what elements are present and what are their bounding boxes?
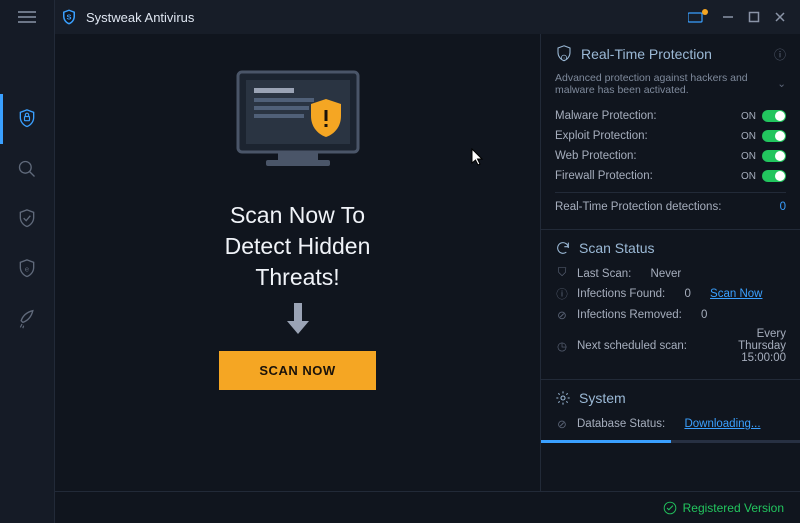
sidebar-item-scan[interactable] bbox=[0, 144, 54, 194]
rtp-row-malware: Malware Protection: ON bbox=[555, 106, 786, 126]
system-title: System bbox=[579, 390, 626, 406]
db-status-value: Downloading... bbox=[684, 418, 760, 430]
toggle-web[interactable]: ON bbox=[741, 150, 786, 162]
monitor-illustration-icon bbox=[218, 64, 378, 194]
section-system: System ⊘Database Status: Downloading... bbox=[541, 380, 800, 443]
clock-icon: ◷ bbox=[555, 339, 569, 353]
svg-text:e: e bbox=[25, 265, 29, 274]
sidebar-item-optimize[interactable] bbox=[0, 294, 54, 344]
sidebar: e bbox=[0, 0, 55, 523]
menu-toggle-icon[interactable] bbox=[0, 0, 54, 34]
check-circle-icon bbox=[663, 501, 677, 515]
maximize-button[interactable] bbox=[744, 7, 764, 27]
infections-removed-row: ⊘Infections Removed: 0 bbox=[555, 305, 786, 325]
rtp-note: Advanced protection against hackers and … bbox=[555, 72, 786, 96]
info-icon: ⓘ bbox=[555, 286, 569, 302]
next-scan-row: ◷Next scheduled scan: Every Thursday 15:… bbox=[555, 325, 786, 367]
right-panel: i Real-Time Protection ⓘ Advanced protec… bbox=[540, 34, 800, 491]
down-arrow-icon bbox=[283, 301, 313, 337]
check-circle-icon: ⊘ bbox=[555, 417, 569, 431]
shield-rtp-icon: i bbox=[555, 44, 573, 64]
sidebar-item-quarantine[interactable]: e bbox=[0, 244, 54, 294]
scan-now-button[interactable]: SCAN NOW bbox=[219, 351, 375, 390]
main-area: Scan Now To Detect Hidden Threats! SCAN … bbox=[55, 34, 800, 491]
download-progress-bar bbox=[541, 440, 800, 443]
center-panel: Scan Now To Detect Hidden Threats! SCAN … bbox=[55, 34, 540, 491]
section-rtp: i Real-Time Protection ⓘ Advanced protec… bbox=[541, 34, 800, 230]
toggle-exploit[interactable]: ON bbox=[741, 130, 786, 142]
rtp-title: Real-Time Protection bbox=[581, 46, 712, 62]
rtp-detections-row: Real-Time Protection detections: 0 bbox=[555, 192, 786, 217]
brand-shield-icon: S bbox=[60, 8, 78, 26]
sidebar-item-shield[interactable] bbox=[0, 194, 54, 244]
toggle-firewall[interactable]: ON bbox=[741, 170, 786, 182]
app-title: Systweak Antivirus bbox=[86, 10, 194, 25]
toggle-malware[interactable]: ON bbox=[741, 110, 786, 122]
help-icon[interactable]: ⓘ bbox=[774, 46, 786, 63]
db-status-row: ⊘Database Status: Downloading... bbox=[555, 414, 786, 434]
notification-badge-icon[interactable] bbox=[688, 11, 704, 23]
registered-label: Registered Version bbox=[683, 501, 784, 515]
title-bar: S Systweak Antivirus bbox=[0, 0, 800, 34]
infections-found-row: ⓘInfections Found: 0 Scan Now bbox=[555, 283, 786, 305]
rtp-row-web: Web Protection: ON bbox=[555, 146, 786, 166]
status-bar: Registered Version bbox=[55, 491, 800, 523]
last-scan-row: ⛉Last Scan: Never bbox=[555, 264, 786, 283]
minimize-button[interactable] bbox=[718, 7, 738, 27]
sidebar-item-protection[interactable] bbox=[0, 94, 54, 144]
close-button[interactable] bbox=[770, 7, 790, 27]
sync-icon bbox=[555, 240, 571, 256]
chevron-down-icon[interactable]: ⌄ bbox=[777, 78, 786, 90]
scan-status-title: Scan Status bbox=[579, 240, 655, 256]
check-shield-icon: ⛉ bbox=[555, 267, 569, 280]
check-circle-icon: ⊘ bbox=[555, 308, 569, 322]
scan-now-link[interactable]: Scan Now bbox=[710, 288, 762, 300]
gear-icon bbox=[555, 390, 571, 406]
rtp-row-firewall: Firewall Protection: ON bbox=[555, 166, 786, 186]
section-scan-status: Scan Status ⛉Last Scan: Never ⓘInfection… bbox=[541, 230, 800, 380]
scan-headline: Scan Now To Detect Hidden Threats! bbox=[225, 200, 371, 293]
rtp-row-exploit: Exploit Protection: ON bbox=[555, 126, 786, 146]
svg-text:S: S bbox=[66, 12, 71, 21]
